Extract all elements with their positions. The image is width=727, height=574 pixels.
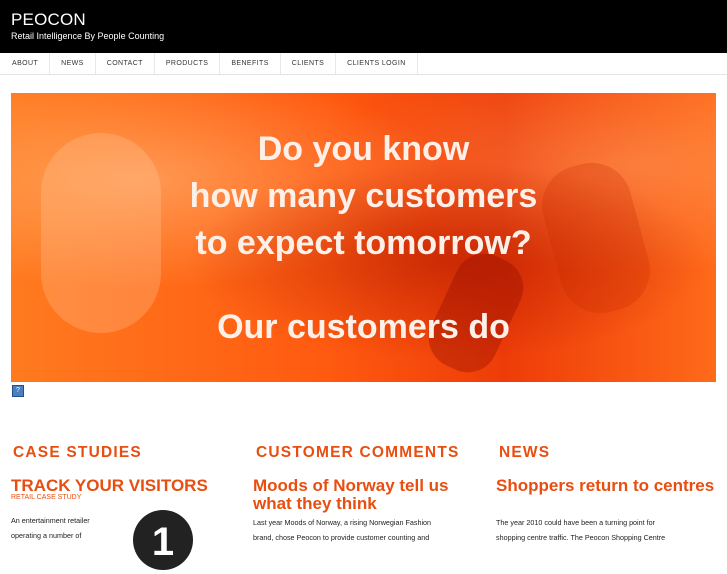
case-study-number-badge: 1 <box>133 510 193 570</box>
nav-item-benefits[interactable]: BENEFITS <box>220 53 281 74</box>
case-study-excerpt: An entertainment retailer operating a nu… <box>11 516 90 540</box>
nav-item-about[interactable]: ABOUT <box>0 53 51 74</box>
hero-headline-line: how many customers <box>189 177 538 215</box>
hero-headline-line: Do you know <box>257 130 470 168</box>
section-heading: CUSTOMER COMMENTS <box>256 444 460 461</box>
site-header: PEOCON Retail Intelligence By People Cou… <box>0 0 727 53</box>
hero-subheadline: Our customers do <box>217 308 510 346</box>
comment-excerpt: Last year Moods of Norway, a rising Norw… <box>253 518 432 542</box>
nav-item-contact[interactable]: CONTACT <box>96 53 155 74</box>
site-logo[interactable]: PEOCON <box>11 10 86 30</box>
case-study-kicker: RETAIL CASE STUDY <box>11 494 82 501</box>
slideshow-control-icon[interactable]: ? <box>12 385 24 397</box>
news-title-link[interactable]: Shoppers return to centres <box>496 477 714 495</box>
nav-item-products[interactable]: PRODUCTS <box>155 53 221 74</box>
nav-item-news[interactable]: NEWS <box>50 53 96 74</box>
case-studies-section: CASE STUDIES TRACK YOUR VISITORS RETAIL … <box>11 444 243 570</box>
nav-item-clients-login[interactable]: CLIENTS LOGIN <box>336 53 418 74</box>
hero-headline-line: to expect tomorrow? <box>195 224 532 262</box>
main-nav: ABOUT NEWS CONTACT PRODUCTS BENEFITS CLI… <box>0 53 727 75</box>
comment-title-link[interactable]: Moods of Norway tell us what they think <box>253 477 486 513</box>
section-heading: NEWS <box>499 444 551 461</box>
nav-item-clients[interactable]: CLIENTS <box>281 53 337 74</box>
case-study-title-link[interactable]: TRACK YOUR VISITORS <box>11 477 208 495</box>
news-excerpt: The year 2010 could have been a turning … <box>496 518 666 542</box>
site-tagline: Retail Intelligence By People Counting <box>11 31 165 41</box>
hero-banner[interactable]: Do you know how many customers to expect… <box>11 93 716 382</box>
section-heading: CASE STUDIES <box>13 444 142 461</box>
news-section: NEWS Shoppers return to centres The year… <box>496 444 719 542</box>
customer-comments-section: CUSTOMER COMMENTS Moods of Norway tell u… <box>253 444 486 542</box>
